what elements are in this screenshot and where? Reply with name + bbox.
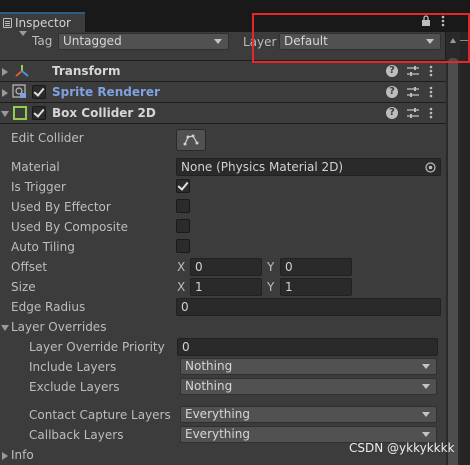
more-options-icon[interactable] <box>429 107 433 119</box>
component-tools: ? <box>386 64 441 80</box>
contact-capture-layers-dropdown[interactable]: Everything <box>180 406 437 423</box>
help-icon[interactable]: ? <box>386 86 398 98</box>
offset-y-value: 0 <box>285 260 293 274</box>
size-x-value: 1 <box>195 280 203 294</box>
offset-y-label: Y <box>267 260 275 274</box>
offset-label: Offset <box>11 260 48 274</box>
layer-overrides-title[interactable]: Layer Overrides <box>11 320 106 334</box>
foldout-right-icon[interactable] <box>2 452 8 460</box>
is-trigger-label: Is Trigger <box>11 180 66 194</box>
used-by-effector-label: Used By Effector <box>11 200 111 214</box>
include-layers-label: Include Layers <box>29 360 117 374</box>
presets-icon[interactable] <box>407 66 419 77</box>
chevron-down-icon <box>422 412 430 417</box>
foldout-down-icon[interactable] <box>1 111 9 117</box>
transform-icon <box>15 65 29 77</box>
layer-override-priority-label: Layer Override Priority <box>29 340 165 354</box>
help-icon[interactable]: ? <box>386 65 398 77</box>
material-value: None (Physics Material 2D) <box>181 160 344 174</box>
scroll-thumb[interactable] <box>448 58 458 465</box>
contact-capture-layers-label: Contact Capture Layers <box>29 408 171 422</box>
foldout-right-icon[interactable] <box>2 89 8 97</box>
offset-y-field[interactable]: 0 <box>280 258 352 276</box>
chevron-down-icon <box>422 432 430 437</box>
presets-icon[interactable] <box>407 87 419 98</box>
auto-tiling-label: Auto Tiling <box>11 240 75 254</box>
auto-tiling-checkbox[interactable] <box>176 239 190 253</box>
size-x-label: X <box>177 280 186 294</box>
edit-collider-label: Edit Collider <box>11 131 84 145</box>
edge-radius-value: 0 <box>181 300 189 314</box>
scrollbar[interactable] <box>446 32 460 465</box>
object-picker-icon[interactable] <box>425 162 436 173</box>
component-tools: ? <box>386 85 441 101</box>
offset-x-label: X <box>177 260 186 274</box>
used-by-effector-checkbox[interactable] <box>176 199 190 213</box>
foldout-right-icon[interactable] <box>2 68 8 76</box>
highlight-box <box>252 13 470 63</box>
sprite-renderer-title: Sprite Renderer <box>52 85 160 99</box>
include-layers-value: Nothing <box>185 359 233 373</box>
offset-x-value: 0 <box>195 260 203 274</box>
tag-value: Untagged <box>63 34 122 48</box>
edit-collider-button[interactable] <box>176 129 206 151</box>
callback-layers-value: Everything <box>185 427 250 441</box>
size-x-field[interactable]: 1 <box>190 278 262 296</box>
size-y-label: Y <box>267 280 275 294</box>
transform-title: Transform <box>52 64 121 78</box>
used-by-composite-checkbox[interactable] <box>176 219 190 233</box>
size-label: Size <box>11 280 36 294</box>
size-y-value: 1 <box>285 280 293 294</box>
include-layers-dropdown[interactable]: Nothing <box>180 358 437 375</box>
box-collider-header[interactable]: Box Collider 2D ? <box>0 102 446 123</box>
tab-inspector[interactable]: Inspector <box>0 12 85 32</box>
presets-icon[interactable] <box>407 108 419 119</box>
sprite-renderer-icon <box>12 84 26 98</box>
watermark: CSDN @ykkykkkk <box>349 441 455 455</box>
layer-override-priority-field[interactable]: 0 <box>177 338 438 356</box>
edge-radius-field[interactable]: 0 <box>176 298 441 316</box>
contact-capture-layers-value: Everything <box>185 407 250 421</box>
exclude-layers-dropdown[interactable]: Nothing <box>180 378 437 395</box>
chevron-down-icon <box>422 384 430 389</box>
callback-layers-label: Callback Layers <box>29 428 124 442</box>
exclude-layers-value: Nothing <box>185 379 233 393</box>
chevron-down-icon[interactable] <box>19 31 27 37</box>
foldout-down-icon[interactable] <box>1 325 9 331</box>
inspector-icon <box>3 18 12 28</box>
material-field[interactable]: None (Physics Material 2D) <box>176 158 441 176</box>
tag-label: Tag <box>32 34 53 48</box>
layer-override-priority-value: 0 <box>182 340 190 354</box>
tag-dropdown[interactable]: Untagged <box>58 33 229 50</box>
sprite-renderer-enabled-checkbox[interactable] <box>32 85 46 99</box>
box-collider-title: Box Collider 2D <box>52 106 156 120</box>
edge-radius-label: Edge Radius <box>11 300 86 314</box>
sprite-renderer-header[interactable]: Sprite Renderer ? <box>0 81 446 102</box>
tab-label: Inspector <box>15 16 71 30</box>
material-label: Material <box>11 160 60 174</box>
size-y-field[interactable]: 1 <box>280 278 352 296</box>
info-title[interactable]: Info <box>11 448 34 462</box>
exclude-layers-label: Exclude Layers <box>29 380 120 394</box>
chevron-down-icon <box>422 364 430 369</box>
help-icon[interactable]: ? <box>386 107 398 119</box>
transform-header[interactable]: Transform ? <box>0 60 446 81</box>
used-by-composite-label: Used By Composite <box>11 220 129 234</box>
edit-collider-icon <box>183 134 199 146</box>
component-tools: ? <box>386 106 441 122</box>
right-gutter <box>460 32 470 465</box>
chevron-down-icon <box>214 39 222 44</box>
is-trigger-checkbox[interactable] <box>176 179 190 193</box>
offset-x-field[interactable]: 0 <box>190 258 262 276</box>
box-collider-body: Edit Collider Material None (Physics Mat… <box>0 124 446 465</box>
box-collider-enabled-checkbox[interactable] <box>32 106 46 120</box>
box-collider-icon <box>13 106 27 120</box>
more-options-icon[interactable] <box>429 86 433 98</box>
more-options-icon[interactable] <box>429 65 433 77</box>
